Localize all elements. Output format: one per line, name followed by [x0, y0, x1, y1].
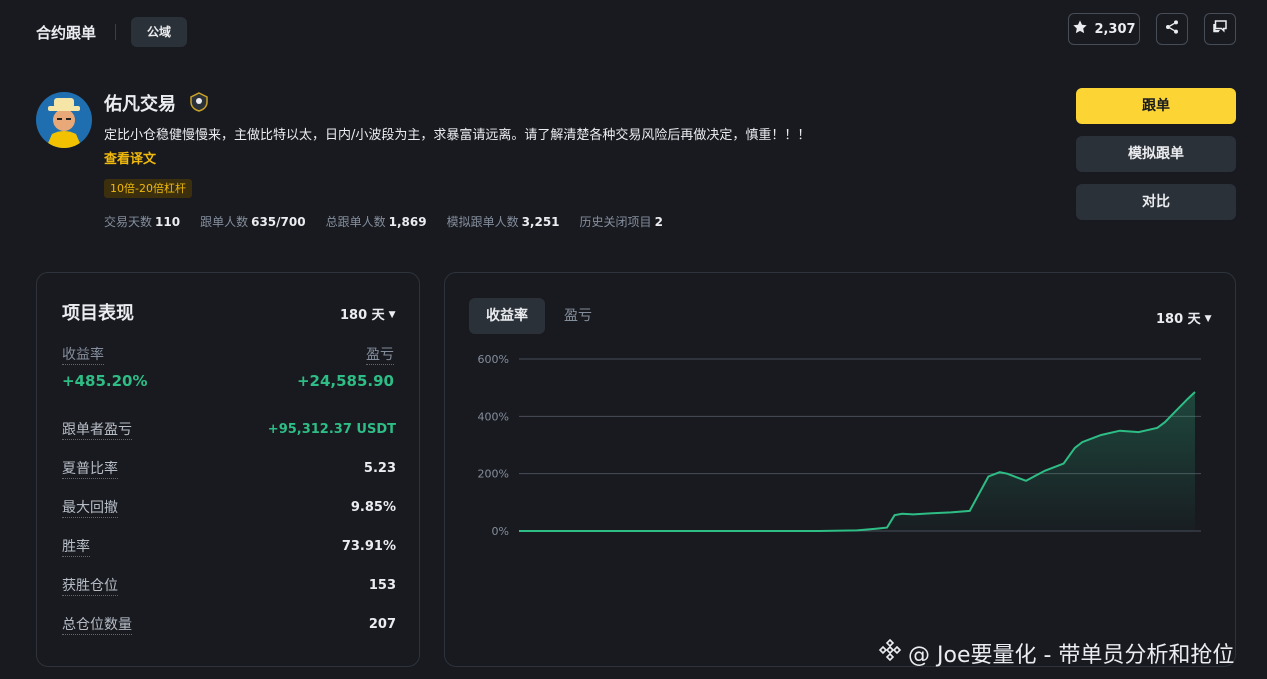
stat-row-win-rate: 胜率 73.91%	[62, 536, 396, 557]
y-tick-label: 200%	[478, 468, 509, 481]
stat-row-winning-positions: 获胜仓位 153	[62, 575, 396, 596]
stat-row-total-positions: 总仓位数量 207	[62, 614, 396, 635]
favorite-count: 2,307	[1094, 21, 1136, 37]
y-tick-label: 0%	[492, 525, 509, 538]
binance-logo-icon	[878, 638, 902, 668]
trader-description: 定比小仓稳健慢慢来，主做比特以太，日内/小波段为主，求暴富请远离。请了解清楚各种…	[104, 128, 811, 143]
stat-row-max-drawdown: 最大回撤 9.85%	[62, 497, 396, 518]
trader-stats: 交易天数 110 跟单人数 635/700 总跟单人数 1,869 模拟跟单人数 3,2…	[104, 213, 663, 230]
y-tick-label: 400%	[478, 410, 509, 423]
tab-pnl[interactable]: 盈亏	[547, 298, 609, 334]
trader-name: 佑凡交易	[104, 94, 176, 115]
performance-title: 项目表现	[62, 303, 134, 324]
performance-card: 项目表现 180 天 ▼ 收益率 盈亏 +485.20% +24,585.90 跟…	[36, 272, 420, 667]
stat-row-sharpe: 夏普比率 5.23	[62, 458, 396, 479]
pnl-label[interactable]: 盈亏	[366, 347, 394, 365]
caret-down-icon: ▼	[388, 310, 396, 320]
roi-chart: 600% 400% 200% 0%	[478, 353, 1201, 538]
stat-row-copier-pnl: 跟单者盈亏 +95,312.37 USDT	[62, 419, 396, 440]
view-translation-link[interactable]: 查看译文	[104, 148, 156, 167]
roi-area	[519, 392, 1195, 531]
page-title: 合约跟单	[36, 24, 97, 42]
roi-value: +485.20%	[62, 372, 148, 390]
stat-closed-projects: 历史关闭项目 2	[579, 215, 663, 229]
pnl-value: +24,585.90	[296, 372, 394, 390]
chat-button[interactable]	[1204, 13, 1236, 45]
stat-trading-days: 交易天数 110	[104, 215, 181, 229]
tab-roi[interactable]: 收益率	[469, 298, 545, 334]
star-icon	[1072, 19, 1088, 39]
roi-label[interactable]: 收益率	[62, 347, 104, 365]
public-domain-chip[interactable]: 公域	[131, 17, 188, 47]
favorite-button[interactable]: 2,307	[1068, 13, 1140, 45]
stat-mock-copiers: 模拟跟单人数 3,251	[446, 215, 560, 229]
performance-period-select[interactable]: 180 天 ▼	[340, 304, 396, 323]
chart-card: 收益率 盈亏 180 天 ▼ 600% 400% 200% 0%	[444, 272, 1236, 667]
share-button[interactable]	[1156, 13, 1188, 45]
title-divider	[115, 24, 116, 40]
chat-icon	[1211, 18, 1229, 40]
share-icon	[1164, 19, 1180, 39]
stat-total-copiers: 总跟单人数 1,869	[325, 215, 427, 229]
mock-follow-button[interactable]: 模拟跟单	[1076, 136, 1236, 172]
watermark: @ Joe要量化 - 带单员分析和抢位	[878, 637, 1234, 669]
verified-badge-icon	[188, 91, 210, 113]
follow-button[interactable]: 跟单	[1076, 88, 1236, 124]
leverage-tag: 10倍-20倍杠杆	[104, 179, 192, 198]
y-tick-label: 600%	[478, 353, 509, 366]
stat-copiers: 跟单人数 635/700	[200, 215, 306, 229]
chart-period-select[interactable]: 180 天 ▼	[1156, 308, 1212, 327]
caret-down-icon: ▼	[1204, 314, 1212, 324]
compare-button[interactable]: 对比	[1076, 184, 1236, 220]
avatar	[36, 92, 92, 148]
